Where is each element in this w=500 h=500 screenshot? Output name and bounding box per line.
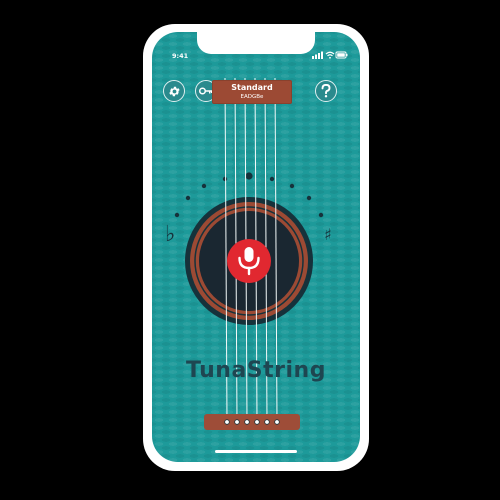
bridge-pin (224, 419, 230, 425)
app-screen: 9:41 Standard EADGBe ♭ ♯ TunaString (152, 32, 360, 462)
bridge-pin (264, 419, 270, 425)
bridge-pin (274, 419, 280, 425)
bridge-pin (254, 419, 260, 425)
home-indicator[interactable] (215, 450, 297, 453)
bridge-pin (234, 419, 240, 425)
bridge-pin (244, 419, 250, 425)
bridge-pins (224, 419, 280, 425)
